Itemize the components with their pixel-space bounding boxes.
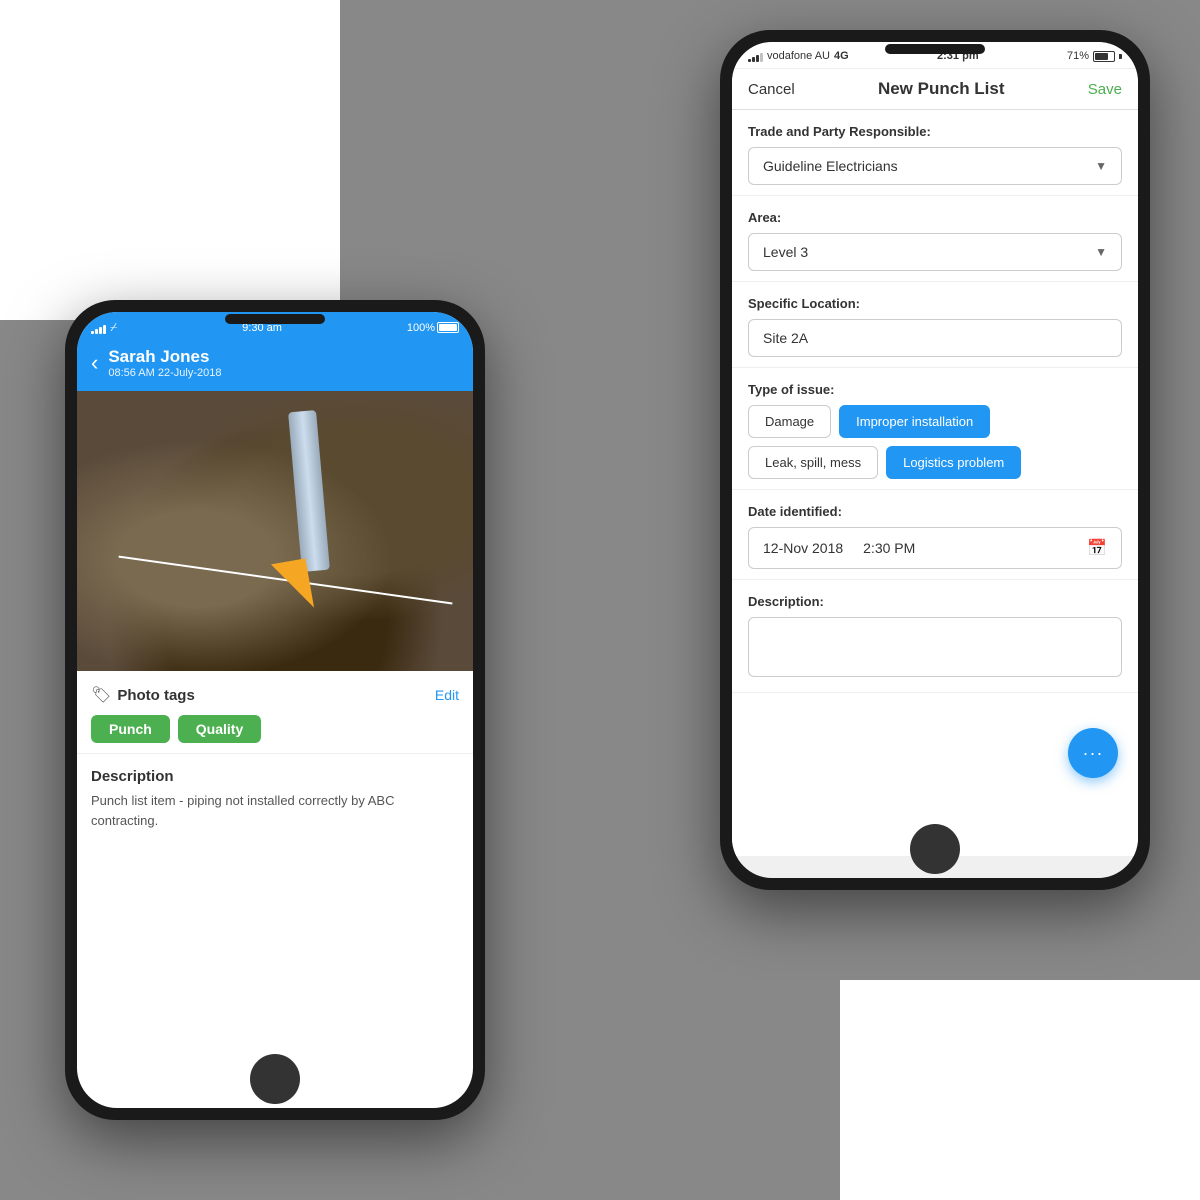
dirt-background bbox=[77, 391, 473, 671]
white-panel-tl bbox=[0, 0, 340, 320]
issue-buttons-group: Damage Improper installation Leak, spill… bbox=[748, 405, 1122, 479]
issue-label: Type of issue: bbox=[748, 382, 1122, 397]
save-button[interactable]: Save bbox=[1088, 81, 1122, 98]
signal-area: ⌿ bbox=[91, 320, 117, 335]
form-title: New Punch List bbox=[878, 79, 1005, 99]
right-home-button[interactable] bbox=[910, 824, 960, 874]
trade-value: Guideline Electricians bbox=[763, 158, 898, 174]
left-phone-notch bbox=[225, 314, 325, 324]
date-value: 12-Nov 2018 bbox=[763, 540, 843, 556]
area-chevron-icon: ▼ bbox=[1095, 245, 1107, 259]
right-phone-notch bbox=[885, 44, 985, 54]
network-type: 4G bbox=[834, 50, 849, 62]
right-signal-icon bbox=[748, 50, 763, 62]
right-phone: vodafone AU 4G 2:31 pm 71% Cancel New Pu… bbox=[720, 30, 1150, 890]
date-field[interactable]: 12-Nov 2018 2:30 PM 📅 bbox=[748, 527, 1122, 569]
left-phone-screen: ⌿ 9:30 am 100% ‹ Sarah Jones 08:56 AM 22… bbox=[77, 312, 473, 1108]
trade-label: Trade and Party Responsible: bbox=[748, 124, 1122, 139]
area-label: Area: bbox=[748, 210, 1122, 225]
edit-button[interactable]: Edit bbox=[435, 687, 459, 703]
time-value: 2:30 PM bbox=[863, 540, 915, 556]
issue-btn-damage[interactable]: Damage bbox=[748, 405, 831, 438]
carrier-area: vodafone AU 4G bbox=[748, 50, 849, 62]
trade-chevron-icon: ▼ bbox=[1095, 159, 1107, 173]
left-battery: 100% bbox=[407, 322, 459, 334]
area-value: Level 3 bbox=[763, 244, 808, 260]
issue-btn-leak[interactable]: Leak, spill, mess bbox=[748, 446, 878, 479]
issue-btn-logistics[interactable]: Logistics problem bbox=[886, 446, 1021, 479]
photo-tags-section: 🏷 Photo tags Edit Punch Quality bbox=[77, 671, 473, 754]
wifi-icon: ⌿ bbox=[110, 320, 117, 335]
calendar-icon: 📅 bbox=[1087, 538, 1107, 558]
description-form-label: Description: bbox=[748, 594, 1122, 609]
area-select[interactable]: Level 3 ▼ bbox=[748, 233, 1122, 271]
photo-area bbox=[77, 391, 473, 671]
white-panel-br bbox=[840, 980, 1200, 1200]
description-text: Punch list item - piping not installed c… bbox=[91, 791, 459, 830]
tag-icon: 🏷 bbox=[91, 685, 111, 705]
tags-row: Punch Quality bbox=[91, 715, 459, 743]
description-title: Description bbox=[91, 768, 459, 785]
back-button[interactable]: ‹ bbox=[91, 350, 98, 376]
description-section: Description Punch list item - piping not… bbox=[77, 754, 473, 844]
location-section: Specific Location: Site 2A bbox=[732, 282, 1138, 368]
tag-quality[interactable]: Quality bbox=[178, 715, 261, 743]
trade-select[interactable]: Guideline Electricians ▼ bbox=[748, 147, 1122, 185]
user-info: Sarah Jones 08:56 AM 22-July-2018 bbox=[108, 347, 221, 379]
location-value: Site 2A bbox=[763, 330, 808, 346]
area-section: Area: Level 3 ▼ bbox=[732, 196, 1138, 282]
cancel-button[interactable]: Cancel bbox=[748, 81, 795, 98]
description-input[interactable] bbox=[748, 617, 1122, 677]
header-datetime: 08:56 AM 22-July-2018 bbox=[108, 367, 221, 379]
trade-section: Trade and Party Responsible: Guideline E… bbox=[732, 110, 1138, 196]
carrier-name: vodafone AU bbox=[767, 50, 830, 62]
right-battery-pct: 71% bbox=[1067, 50, 1089, 62]
right-battery-area: 71% bbox=[1067, 50, 1122, 62]
left-phone-header: ‹ Sarah Jones 08:56 AM 22-July-2018 bbox=[77, 339, 473, 391]
location-label: Specific Location: bbox=[748, 296, 1122, 311]
left-phone: ⌿ 9:30 am 100% ‹ Sarah Jones 08:56 AM 22… bbox=[65, 300, 485, 1120]
photo-tags-header: 🏷 Photo tags Edit bbox=[91, 685, 459, 705]
issue-section: Type of issue: Damage Improper installat… bbox=[732, 368, 1138, 490]
description-form-section: Description: bbox=[732, 580, 1138, 693]
fab-icon: ··· bbox=[1083, 743, 1104, 764]
date-section: Date identified: 12-Nov 2018 2:30 PM 📅 bbox=[732, 490, 1138, 580]
right-phone-screen: vodafone AU 4G 2:31 pm 71% Cancel New Pu… bbox=[732, 42, 1138, 878]
photo-tags-title: Photo tags bbox=[117, 687, 195, 704]
right-nav-bar: Cancel New Punch List Save bbox=[732, 69, 1138, 110]
left-home-button[interactable] bbox=[250, 1054, 300, 1104]
issue-btn-improper[interactable]: Improper installation bbox=[839, 405, 990, 438]
location-input[interactable]: Site 2A bbox=[748, 319, 1122, 357]
tag-punch[interactable]: Punch bbox=[91, 715, 170, 743]
fab-button[interactable]: ··· bbox=[1068, 728, 1118, 778]
signal-bars-icon bbox=[91, 322, 106, 334]
date-label: Date identified: bbox=[748, 504, 1122, 519]
user-name: Sarah Jones bbox=[108, 347, 221, 367]
